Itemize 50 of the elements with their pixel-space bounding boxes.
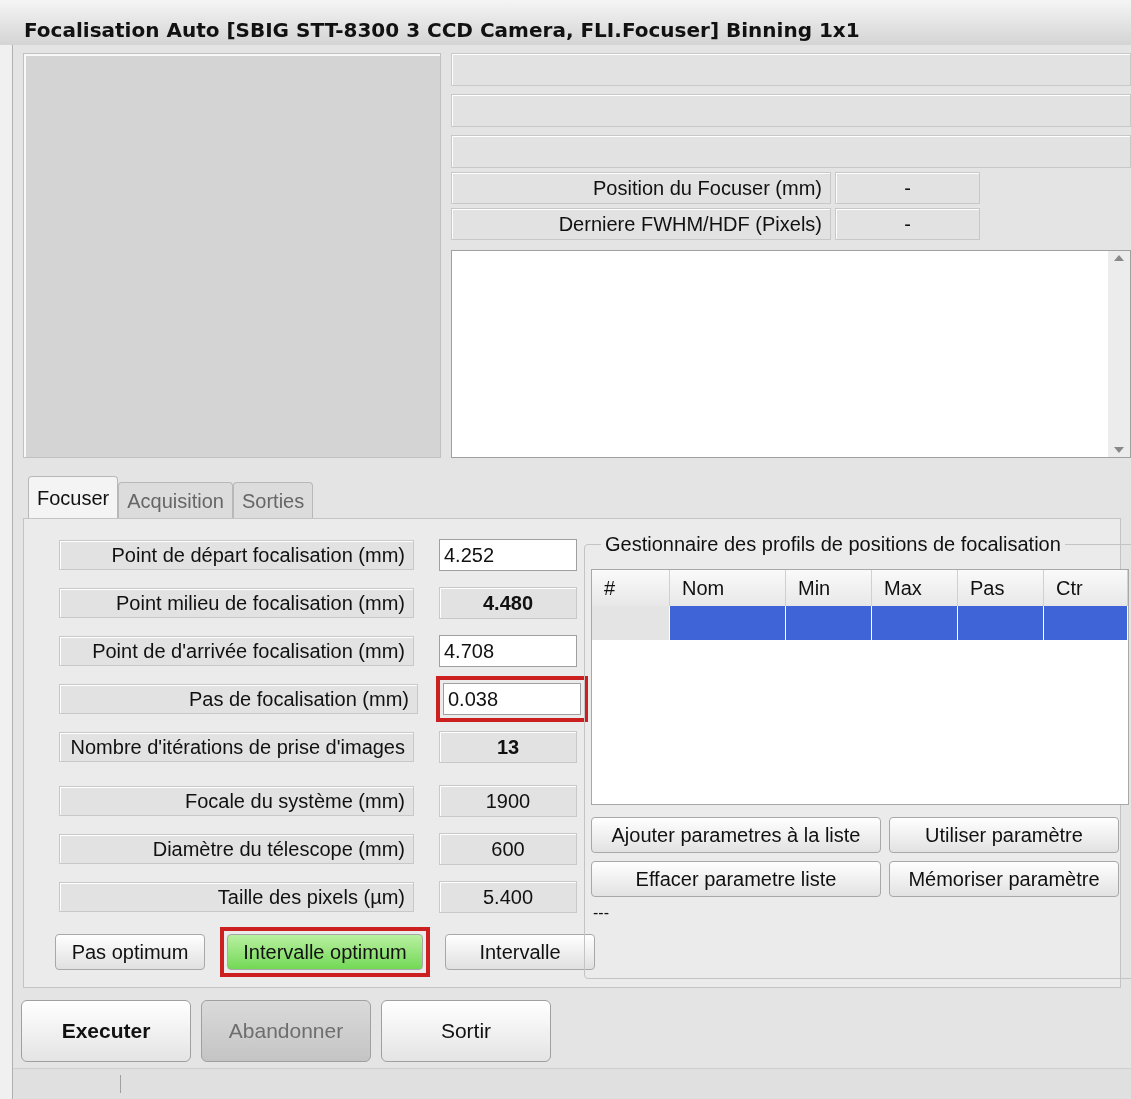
scrollbar[interactable] <box>1108 251 1130 457</box>
tab[interactable]: Focuser <box>28 476 119 518</box>
table-cell[interactable] <box>958 606 1044 640</box>
column-header[interactable]: # <box>592 570 670 606</box>
profile-button[interactable]: Mémoriser paramètre <box>889 861 1119 897</box>
parameter-label: Taille des pixels (µm) <box>59 882 414 912</box>
parameter-value[interactable]: 0.038 <box>443 683 581 715</box>
parameter-value[interactable]: 4.708 <box>439 635 577 667</box>
log-text-area[interactable] <box>452 251 1108 457</box>
profile-button[interactable]: Ajouter parametres à la liste <box>591 817 881 853</box>
column-header[interactable]: Nom <box>670 570 786 606</box>
column-header[interactable]: Pas <box>958 570 1044 606</box>
mode-button[interactable]: Intervalle optimum <box>227 934 423 970</box>
parameter-label: Pas de focalisation (mm) <box>59 684 418 714</box>
parameter-value: 1900 <box>439 785 577 817</box>
column-header[interactable]: Min <box>786 570 872 606</box>
table-cell[interactable] <box>1044 606 1128 640</box>
scroll-down-icon[interactable] <box>1114 447 1124 453</box>
mode-button[interactable]: Intervalle <box>445 934 595 970</box>
profile-button[interactable]: Utiliser paramètre <box>889 817 1119 853</box>
parameter-label: Point de d'arrivée focalisation (mm) <box>59 636 414 666</box>
mode-button[interactable]: Pas optimum <box>55 934 205 970</box>
status-text: --- <box>593 903 610 923</box>
parameter-value: 600 <box>439 833 577 865</box>
column-header[interactable]: Ctr <box>1044 570 1128 606</box>
scroll-up-icon[interactable] <box>1114 255 1124 261</box>
tab[interactable]: Acquisition <box>118 482 233 518</box>
action-button[interactable]: Executer <box>21 1000 191 1062</box>
parameter-label: Nombre d'itérations de prise d'images <box>59 732 414 762</box>
info-label: Derniere FWHM/HDF (Pixels) <box>451 208 831 240</box>
action-button[interactable]: Sortir <box>381 1000 551 1062</box>
parameter-value: 13 <box>439 731 577 763</box>
parameter-label: Focale du système (mm) <box>59 786 414 816</box>
table-cell[interactable] <box>786 606 872 640</box>
info-value: - <box>835 172 980 204</box>
window-title: Focalisation Auto [SBIG STT-8300 3 CCD Camera, FLI.Focuser] Binning 1x1 <box>0 0 1131 45</box>
parameter-value[interactable]: 4.252 <box>439 539 577 571</box>
parameter-label: Diamètre du télescope (mm) <box>59 834 414 864</box>
parameter-label: Point milieu de focalisation (mm) <box>59 588 414 618</box>
column-header[interactable]: Max <box>872 570 958 606</box>
profile-button[interactable]: Effacer parametre liste <box>591 861 881 897</box>
table-cell[interactable] <box>872 606 958 640</box>
info-value: - <box>835 208 980 240</box>
table-cell[interactable] <box>592 606 670 640</box>
parameter-value: 4.480 <box>439 587 577 619</box>
tab[interactable]: Sorties <box>232 482 314 518</box>
info-label: Position du Focuser (mm) <box>451 172 831 204</box>
parameter-value: 5.400 <box>439 881 577 913</box>
table-cell[interactable] <box>670 606 786 640</box>
parameter-label: Point de départ focalisation (mm) <box>59 540 414 570</box>
